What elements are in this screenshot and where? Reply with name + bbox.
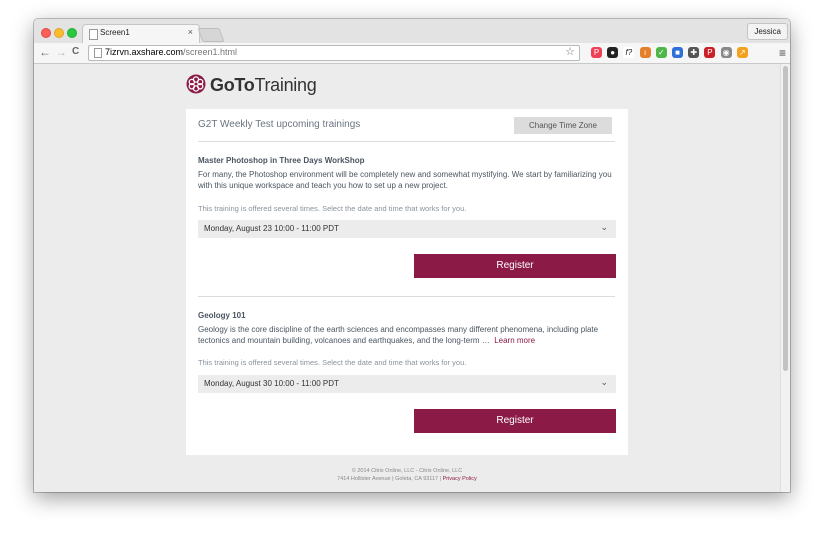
menu-icon[interactable]: ≡ <box>779 46 786 60</box>
logo-mark-icon <box>186 74 206 94</box>
training-title: Geology 101 <box>198 311 246 320</box>
training-note: This training is offered several times. … <box>198 204 467 213</box>
url-path: /screen1.html <box>183 47 238 57</box>
chevron-down-icon: ⌄ <box>600 222 608 232</box>
analytics-icon[interactable]: ↗ <box>736 47 748 58</box>
puzzle-icon[interactable]: ✚ <box>688 47 700 58</box>
evernote-icon[interactable]: ✓ <box>655 47 667 58</box>
url-text[interactable]: 7izrvn.axshare.com/screen1.html <box>105 47 237 57</box>
page-icon <box>94 48 102 58</box>
tab-screen1[interactable]: Screen1 × <box>82 24 200 44</box>
register-button[interactable]: Register <box>414 254 616 278</box>
back-icon[interactable]: ← <box>39 45 51 59</box>
training-title: Master Photoshop in Three Days WorkShop <box>198 156 365 165</box>
logo-text: GoToTraining <box>210 75 317 95</box>
session-select[interactable]: Monday, August 30 10:00 - 11:00 PDT ⌄ <box>198 375 616 393</box>
page-viewport: GoToTraining G2T Weekly Test upcoming tr… <box>34 64 780 492</box>
divider <box>198 141 615 142</box>
url-host: 7izrvn.axshare.com <box>105 47 184 57</box>
fx-icon[interactable]: f? <box>623 47 635 58</box>
learn-more-link[interactable]: Learn more <box>494 336 535 345</box>
session-select[interactable]: Monday, August 23 10:00 - 11:00 PDT ⌄ <box>198 220 616 238</box>
tab-bar: Screen1 × Jessica <box>34 19 790 44</box>
new-tab-button[interactable] <box>197 28 225 42</box>
address-bar[interactable]: 7izrvn.axshare.com/screen1.html ☆ <box>88 45 580 61</box>
folder-icon[interactable]: ■ <box>672 47 683 58</box>
page-title: G2T Weekly Test upcoming trainings <box>198 119 361 130</box>
bookmark-star-icon[interactable]: ☆ <box>565 45 575 58</box>
chevron-down-icon: ⌄ <box>600 377 608 387</box>
zoom-window-button[interactable] <box>67 28 77 38</box>
pinterest-icon[interactable]: P <box>704 47 716 58</box>
address-text: 7414 Hollister Avenue | Goleta, CA 93117… <box>337 476 477 482</box>
pocket-icon[interactable]: P <box>591 47 602 58</box>
browser-toolbar: ← → C 7izrvn.axshare.com/screen1.html ☆ … <box>34 43 790 64</box>
tab-title: Screen1 <box>100 28 130 37</box>
camera-icon[interactable]: ● <box>607 47 619 58</box>
profile-button[interactable]: Jessica <box>747 23 788 40</box>
session-selected-value: Monday, August 30 10:00 - 11:00 PDT <box>204 379 339 388</box>
copyright-text: © 2014 Citrix Online, LLC - Citrix Onlin… <box>351 468 463 474</box>
trainings-card: G2T Weekly Test upcoming trainings Chang… <box>186 109 628 455</box>
minimize-window-button[interactable] <box>54 28 64 38</box>
footer: © 2014 Citrix Online, LLC - Citrix Onlin… <box>186 467 628 483</box>
session-selected-value: Monday, August 23 10:00 - 11:00 PDT <box>204 224 339 233</box>
close-window-button[interactable] <box>41 28 51 38</box>
scrollbar[interactable] <box>780 64 790 492</box>
privacy-policy-link[interactable]: Privacy Policy <box>443 476 477 482</box>
browser-window: Screen1 × Jessica ← → C 7izrvn.axshare.c… <box>34 19 790 492</box>
divider <box>198 296 615 297</box>
register-button[interactable]: Register <box>414 409 616 433</box>
training-note: This training is offered several times. … <box>198 358 467 367</box>
scrollbar-thumb[interactable] <box>783 66 788 371</box>
training-description: For many, the Photoshop environment will… <box>198 170 612 190</box>
training-description: Geology is the core discipline of the ea… <box>198 325 599 345</box>
change-time-zone-button[interactable]: Change Time Zone <box>514 117 612 134</box>
forward-icon[interactable]: → <box>55 45 67 59</box>
eye-icon[interactable]: ◉ <box>720 47 732 58</box>
reload-icon[interactable]: C <box>72 46 79 57</box>
bar-icon[interactable]: ı <box>639 47 651 58</box>
document-icon <box>89 29 98 40</box>
tab-close-icon[interactable]: × <box>188 27 193 37</box>
